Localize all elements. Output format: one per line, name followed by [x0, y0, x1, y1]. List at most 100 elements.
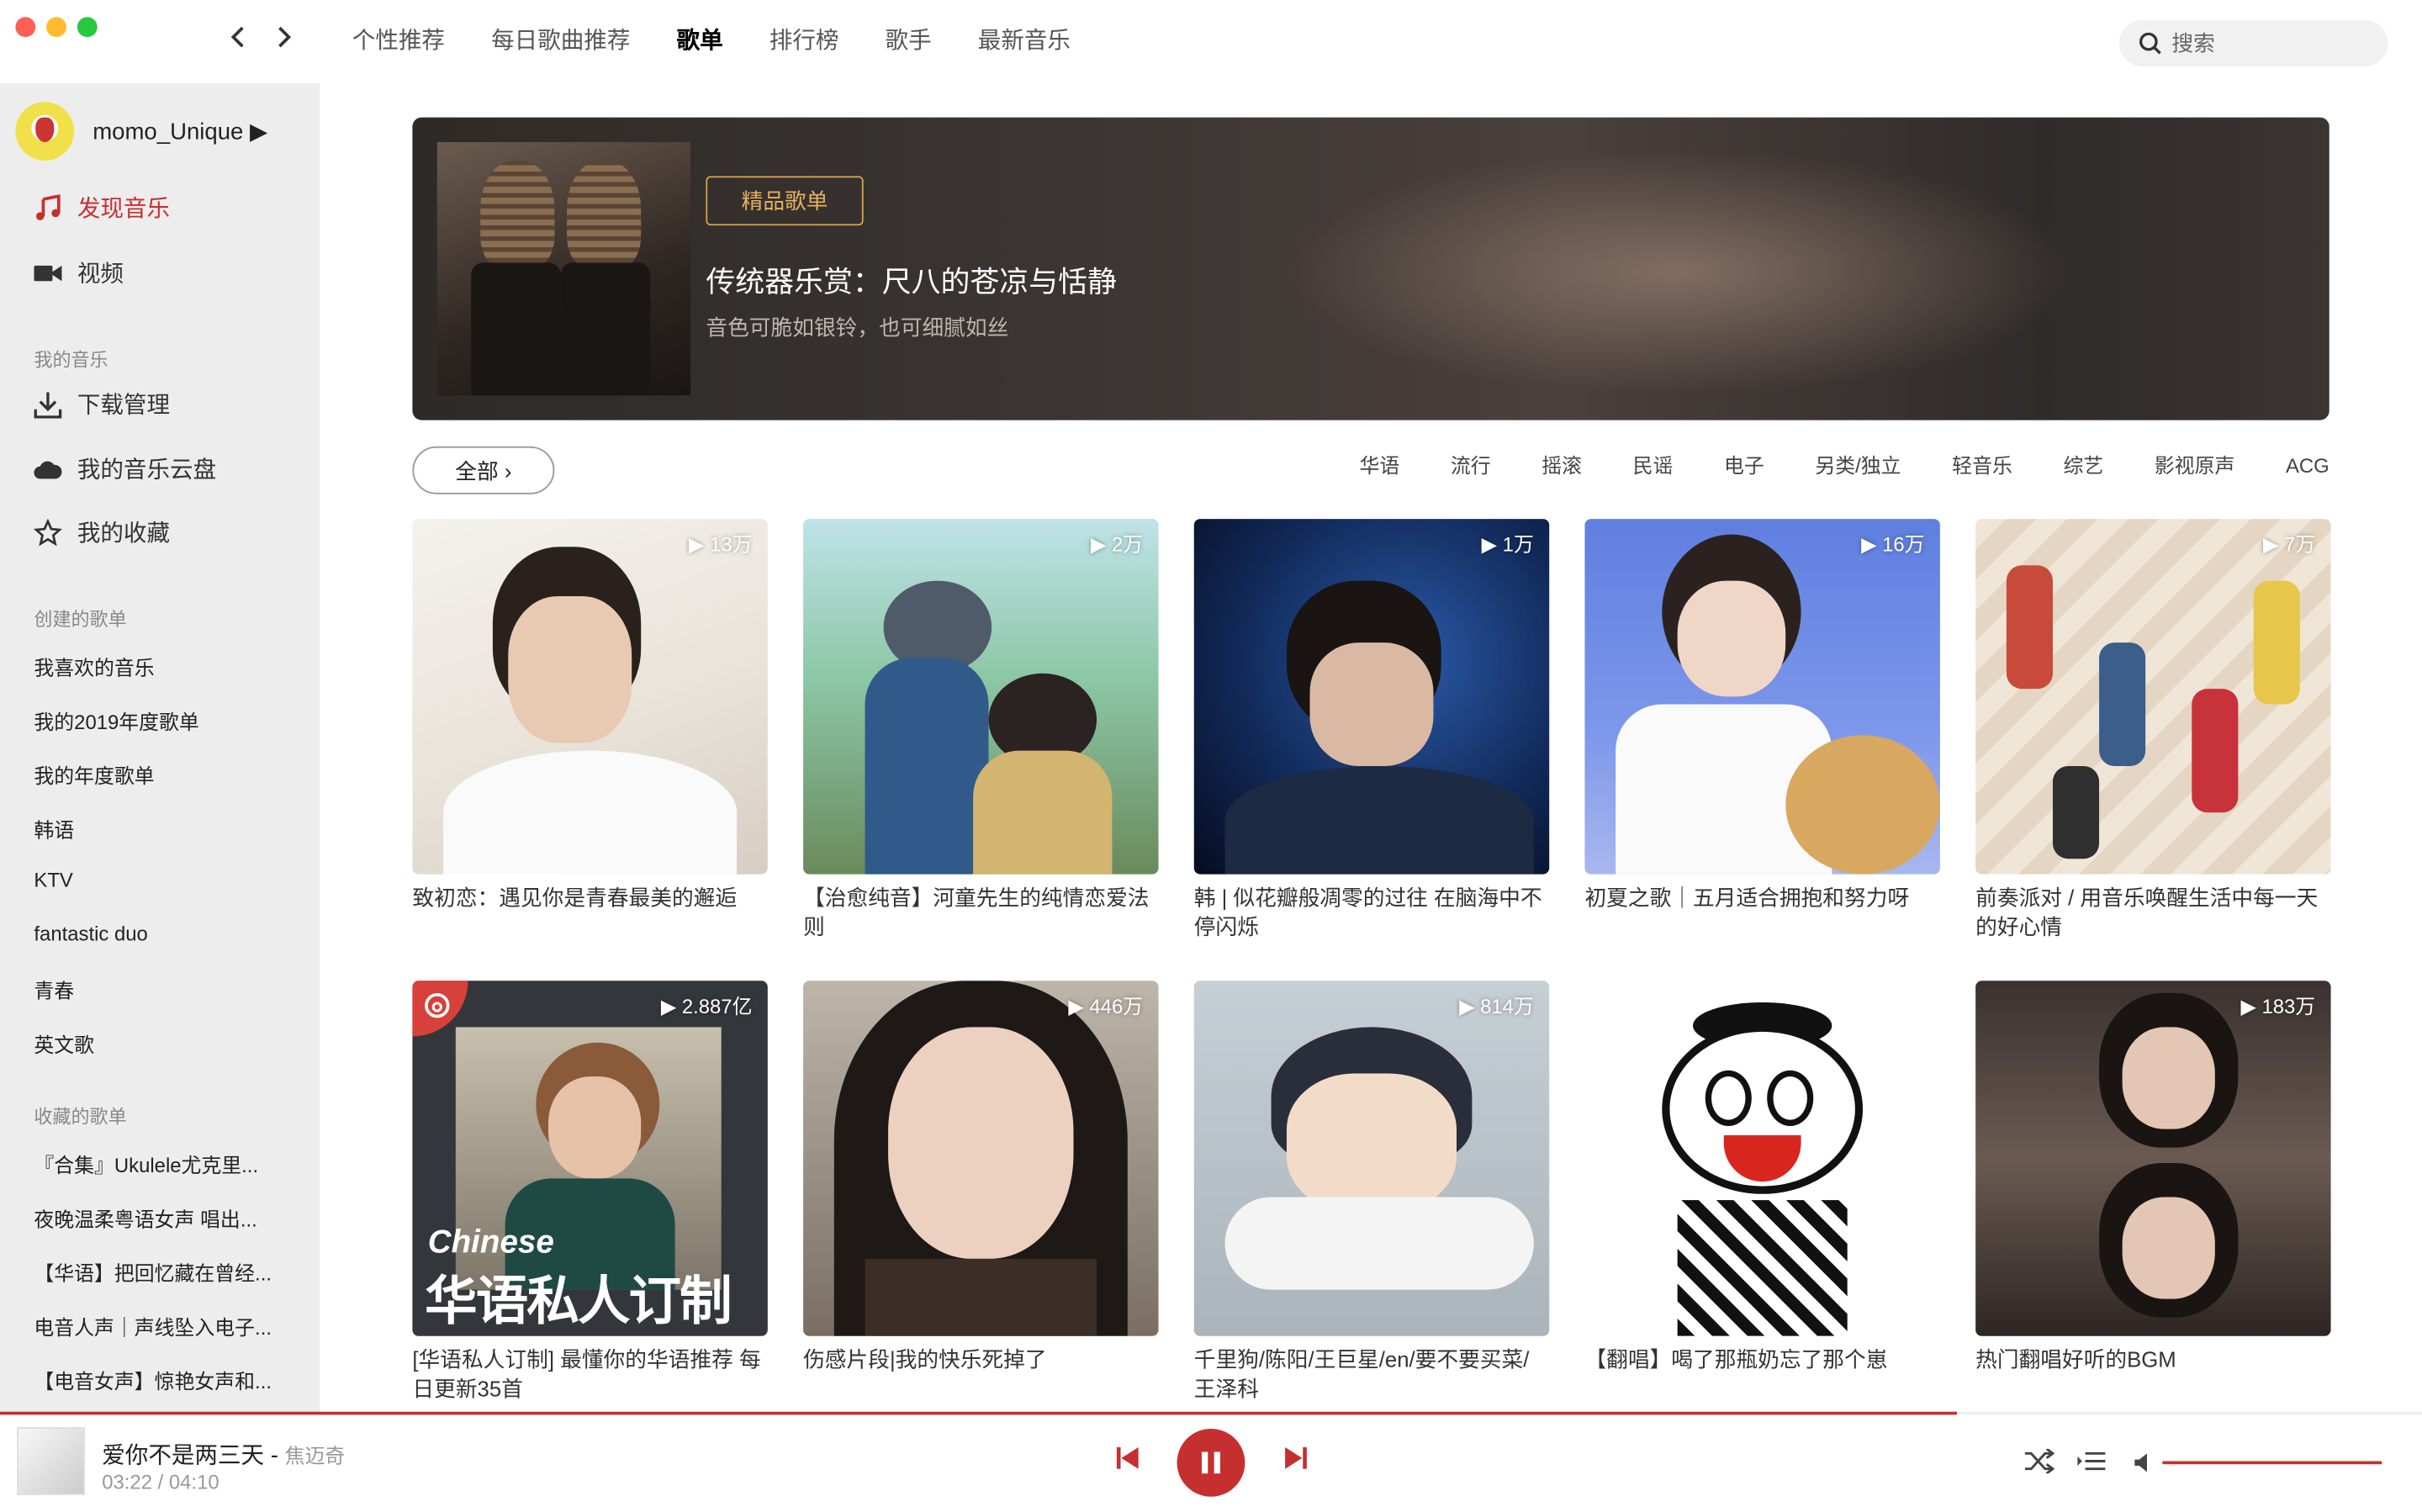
play-count: ▶ 16万 — [1861, 532, 1925, 557]
category-tag[interactable]: 另类/独立 — [1815, 451, 1901, 482]
category-filter: 华语 流行 摇滚 民谣 电子 另类/独立 轻音乐 综艺 影视原声 ACG — [1309, 451, 2329, 482]
play-count: ▶ 1万 — [1481, 532, 1534, 557]
song-title: 爱你不是两三天 - — [102, 1442, 285, 1469]
sidebar-playlist-item[interactable]: 夜晚温柔粤语女声 唱出... — [34, 1203, 256, 1233]
tab-charts[interactable]: 排行榜 — [769, 24, 839, 58]
playlist-card[interactable]: ▶ 814万 千里狗/陈阳/王巨星/en/要不要买菜/王泽科 — [1193, 981, 1550, 1404]
category-tag[interactable]: 综艺 — [2063, 451, 2103, 482]
category-tag[interactable]: 影视原声 — [2155, 451, 2235, 482]
playlist-card[interactable]: ▶ 7万 前奏派对 / 用音乐唤醒生活中每一天的好心情 — [1975, 519, 2331, 942]
playlist-card[interactable]: ▶ 2万 【治愈纯音】河童先生的纯情恋爱法则 — [803, 519, 1159, 942]
play-count: ▶ 13万 — [689, 532, 753, 557]
category-tag[interactable]: 流行 — [1451, 451, 1491, 482]
play-count: ▶ 183万 — [2240, 994, 2316, 1018]
sidebar-playlist-item[interactable]: 『合集』Ukulele尤克里... — [34, 1150, 258, 1179]
tab-personal-recommend[interactable]: 个性推荐 — [352, 24, 445, 58]
search-box[interactable] — [2118, 19, 2388, 66]
pause-icon — [1201, 1451, 1220, 1474]
playback-time: 03:22 / 04:10 — [102, 1470, 219, 1494]
playlist-title: 【翻唱】喝了那瓶奶忘了那个崽 — [1584, 1346, 1888, 1372]
pause-button[interactable] — [1177, 1428, 1245, 1497]
sidebar-playlist-item[interactable]: 电音人声｜声线坠入电子... — [34, 1311, 272, 1340]
all-categories-button[interactable]: 全部 › — [412, 446, 555, 494]
sidebar-playlist-item[interactable]: 【电音女声】惊艳女声和... — [34, 1366, 272, 1395]
category-tag[interactable]: 电子 — [1724, 451, 1764, 482]
video-camera-icon — [34, 259, 62, 287]
cover-english-text: Chinese — [427, 1224, 554, 1261]
chevron-left-icon — [230, 26, 244, 48]
previous-track-button[interactable] — [1115, 1446, 1140, 1478]
next-track-button[interactable] — [1283, 1446, 1308, 1478]
netease-logo-icon — [425, 992, 450, 1018]
sidebar-item-video[interactable]: 视频 — [34, 256, 124, 289]
song-artist[interactable]: 焦迈奇 — [285, 1444, 346, 1467]
sidebar-playlist-item[interactable]: 韩语 — [34, 814, 74, 843]
banner-title: 传统器乐赏：尺八的苍凉与恬静 — [706, 267, 1117, 300]
playlist-card[interactable]: ▶ 13万 致初恋：遇见你是青春最美的邂逅 — [412, 519, 768, 912]
sidebar-playlist-item[interactable]: 英文歌 — [34, 1028, 94, 1058]
playlist-title: 【治愈纯音】河童先生的纯情恋爱法则 — [803, 885, 1150, 939]
user-profile[interactable]: momo_Unique ▶ — [15, 102, 267, 161]
forward-button[interactable] — [275, 22, 293, 59]
premium-playlist-badge: 精品歌单 — [706, 176, 864, 226]
tab-playlists[interactable]: 歌单 — [677, 24, 723, 58]
username[interactable]: momo_Unique ▶ — [93, 118, 267, 145]
playlist-title: 韩 | 似花瓣般凋零的过往 在脑海中不停闪烁 — [1193, 885, 1542, 939]
close-window-button[interactable] — [15, 17, 36, 38]
playlist-queue-button[interactable] — [2076, 1451, 2107, 1480]
now-playing-cover[interactable] — [17, 1427, 86, 1495]
sidebar-playlist-item[interactable]: 我喜欢的音乐 — [34, 652, 154, 681]
playlist-cover: ▶ 13万 — [412, 519, 768, 875]
zoom-window-button[interactable] — [77, 17, 98, 38]
playlist-card[interactable]: ▶ 446万 伤感片段|我的快乐死掉了 — [803, 981, 1159, 1374]
skip-previous-icon — [1116, 1446, 1139, 1469]
sidebar-item-discover-music[interactable]: 发现音乐 — [34, 192, 170, 225]
cloud-icon — [34, 455, 62, 483]
banner-background-blur — [1277, 148, 2081, 396]
queue-list-icon — [2077, 1451, 2106, 1471]
volume-slider[interactable] — [2162, 1461, 2382, 1465]
category-tag[interactable]: 华语 — [1359, 451, 1399, 482]
playlist-cover: ▶ 7万 — [1975, 519, 2331, 875]
volume-button[interactable] — [2133, 1451, 2155, 1481]
sidebar-item-label: 我的音乐云盘 — [77, 457, 217, 484]
sidebar-playlist-item[interactable]: KTV — [34, 868, 72, 891]
now-playing-title[interactable]: 爱你不是两三天 - 焦迈奇 — [102, 1438, 345, 1471]
playlist-title: 致初恋：遇见你是青春最美的邂逅 — [412, 885, 738, 910]
tab-artists[interactable]: 歌手 — [886, 24, 932, 58]
sidebar-playlist-item[interactable]: 【华语】把回忆藏在曾经... — [34, 1257, 272, 1287]
created-playlists-heading: 创建的歌单 — [34, 608, 127, 631]
collected-playlists-heading: 收藏的歌单 — [34, 1106, 127, 1128]
shuffle-button[interactable] — [2023, 1447, 2055, 1482]
sidebar-item-downloads[interactable]: 下载管理 — [34, 388, 170, 420]
category-tag[interactable]: 轻音乐 — [1952, 451, 2012, 482]
sidebar-item-cloud-drive[interactable]: 我的音乐云盘 — [34, 452, 216, 485]
playlist-card[interactable]: ▶ 1万 韩 | 似花瓣般凋零的过往 在脑海中不停闪烁 — [1193, 519, 1550, 942]
playlist-cover: ▶ 1万 — [1193, 519, 1550, 875]
playlist-card[interactable]: ▶ 16万 初夏之歌｜五月适合拥抱和努力呀 — [1584, 519, 1940, 912]
playlist-card[interactable]: Chinese 华语私人订制 ▶ 2.887亿 [华语私人订制] 最懂你的华语推… — [412, 981, 768, 1404]
tab-daily-songs[interactable]: 每日歌曲推荐 — [491, 24, 630, 58]
playlist-card[interactable]: ▶ 183万 热门翻唱好听的BGM — [1975, 981, 2331, 1374]
search-input[interactable] — [2171, 30, 2373, 56]
playlist-title: 千里狗/陈阳/王巨星/en/要不要买菜/王泽科 — [1193, 1346, 1530, 1401]
cover-chinese-text: 华语私人订制 — [425, 1272, 732, 1332]
tab-new-music[interactable]: 最新音乐 — [978, 24, 1071, 58]
back-button[interactable] — [229, 22, 247, 59]
sidebar-playlist-item[interactable]: fantastic duo — [34, 923, 147, 946]
avatar[interactable] — [15, 102, 75, 161]
category-tag[interactable]: 民谣 — [1633, 451, 1674, 482]
category-tag[interactable]: 摇滚 — [1542, 451, 1582, 482]
sidebar-playlist-item[interactable]: 我的2019年度歌单 — [34, 706, 198, 735]
player-bar: 爱你不是两三天 - 焦迈奇 03:22 / 04:10 — [0, 1414, 2422, 1512]
sidebar-playlist-item[interactable]: 青春 — [34, 975, 74, 1004]
sidebar-item-label: 发现音乐 — [77, 196, 171, 223]
shuffle-icon — [2024, 1447, 2055, 1475]
minimize-window-button[interactable] — [46, 17, 66, 38]
category-tag[interactable]: ACG — [2286, 451, 2329, 482]
sidebar-playlist-item[interactable]: 我的年度歌单 — [34, 760, 154, 790]
sidebar-item-favorites[interactable]: 我的收藏 — [34, 515, 170, 548]
playlist-card[interactable]: 【翻唱】喝了那瓶奶忘了那个崽 — [1584, 981, 1940, 1374]
download-icon — [34, 390, 62, 418]
featured-playlist-banner[interactable]: 精品歌单 传统器乐赏：尺八的苍凉与恬静 音色可脆如银铃，也可细腻如丝 — [412, 117, 2329, 420]
